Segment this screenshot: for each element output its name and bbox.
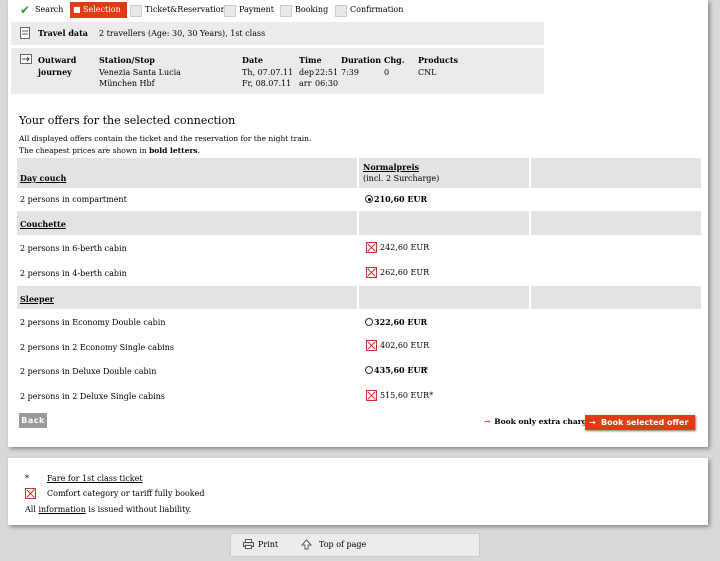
price-header: Normalpreis <box>363 162 419 172</box>
journey-label: journey <box>38 67 72 77</box>
header-duration: Duration <box>341 55 382 65</box>
legend-box: * Fare for 1st class ticket Comfort cate… <box>8 458 708 525</box>
date-to: Fr, 08.07.11 <box>242 79 292 88</box>
offer-label: 2 persons in 2 Deluxe Single cabins <box>20 392 165 401</box>
time-to: 06:30 <box>315 79 339 88</box>
offer-price: 515,60 EUR* <box>380 391 434 400</box>
station-to: München Hbf <box>99 79 155 88</box>
offer-label: 2 persons in 6-berth cabin <box>20 244 127 253</box>
category-row: Couchette <box>17 211 701 235</box>
header-station: Station/Stop <box>99 55 155 65</box>
booked-out-icon <box>25 488 36 499</box>
progress-steps: ✔ Search ■ Selection Ticket&Reservation … <box>20 2 404 18</box>
travel-data-value: 2 travellers (Age: 30, 30 Years), 1st cl… <box>99 29 266 38</box>
table-row: 2 persons in 2 Economy Single cabins 402… <box>17 335 701 358</box>
station-from: Venezia Santa Lucia <box>99 68 181 77</box>
table-row: 2 persons in 4-berth cabin 262,60 EUR <box>17 261 701 285</box>
header-time: Time <box>299 55 322 65</box>
footer-bar: Print Top of page <box>230 533 480 557</box>
outward-label: Outward <box>38 55 77 65</box>
step-box-icon <box>335 5 347 17</box>
information-link[interactable]: information <box>38 505 85 514</box>
product-value: CNL <box>418 68 437 77</box>
arrow-right-icon: → <box>484 417 491 426</box>
duration-value: 7:39 <box>341 68 359 77</box>
table-row: 2 persons in compartment 210,60 EUR <box>17 189 701 210</box>
legend-booked-out-text: Comfort category or tariff fully booked <box>47 489 205 498</box>
table-header-row: Normalpreis (incl. 2 Surcharge) Day couc… <box>17 158 701 188</box>
time-to-prefix: arr <box>299 79 312 88</box>
legend-info-text: All information is issued without liabil… <box>25 505 192 514</box>
offer-price: 242,60 EUR <box>380 243 430 252</box>
printer-icon <box>243 539 254 549</box>
category-day-couch: Day couch <box>20 173 67 183</box>
journey-box: Outward journey Station/Stop Date Time D… <box>11 48 544 94</box>
offers-title: Your offers for the selected connection <box>19 114 236 127</box>
offer-label: 2 persons in 2 Economy Single cabins <box>20 343 175 352</box>
offer-price: 402,60 EUR <box>380 341 430 350</box>
radio-option[interactable] <box>365 366 373 374</box>
radio-option[interactable] <box>365 318 373 326</box>
offer-label: 2 persons in Deluxe Double cabin <box>20 367 157 376</box>
book-selected-offer-button[interactable]: → Book selected offer <box>585 415 695 430</box>
category-row: Sleeper <box>17 286 701 309</box>
booked-out-icon <box>366 267 377 278</box>
time-from: 22:51 <box>315 68 339 77</box>
book-extra-charge-link[interactable]: → Book only extra charge <box>484 417 592 426</box>
active-step-icon: ■ <box>73 5 81 14</box>
header-products: Products <box>418 55 459 65</box>
table-row: 2 persons in Economy Double cabin 322,60… <box>17 310 701 334</box>
offer-label: 2 persons in compartment <box>20 195 127 204</box>
check-icon: ✔ <box>20 3 31 17</box>
offer-price: 322,60 EUR <box>374 317 428 327</box>
offer-price: 262,60 EUR <box>380 268 430 277</box>
back-button[interactable]: Back <box>19 413 47 428</box>
first-class-mark: * <box>424 366 428 375</box>
step-box-icon <box>280 5 292 17</box>
step-box-icon <box>130 5 142 17</box>
legend-first-class-link[interactable]: Fare for 1st class ticket <box>47 473 143 484</box>
offer-label: 2 persons in 4-berth cabin <box>20 269 127 278</box>
arrow-up-icon <box>301 539 312 550</box>
header-changes: Chg. <box>384 55 405 65</box>
category-couchette: Couchette <box>20 219 66 229</box>
table-row: 2 persons in 6-berth cabin 242,60 EUR <box>17 236 701 260</box>
radio-selected[interactable] <box>365 195 373 203</box>
offer-price: 435,60 EUR <box>374 365 428 375</box>
offers-note-2: The cheapest prices are shown in bold le… <box>19 146 200 155</box>
header-date: Date <box>242 55 263 65</box>
arrow-right-icon: → <box>589 418 596 427</box>
travel-data-label: Travel data <box>38 28 88 38</box>
route-icon <box>20 54 32 64</box>
booked-out-icon <box>366 340 377 351</box>
booked-out-icon <box>366 390 377 401</box>
changes-value: 0 <box>384 68 390 77</box>
offer-label: 2 persons in Economy Double cabin <box>20 318 166 327</box>
price-subheader: (incl. 2 Surcharge) <box>363 174 440 183</box>
step-box-icon <box>224 5 236 17</box>
time-from-prefix: dep <box>299 68 314 77</box>
booked-out-icon <box>366 242 377 253</box>
date-from: Th, 07.07.11 <box>242 68 294 77</box>
table-row: 2 persons in Deluxe Double cabin 435,60 … <box>17 359 701 383</box>
legend-star: * <box>25 474 29 483</box>
document-icon <box>20 27 30 39</box>
offers-note-1: All displayed offers contain the ticket … <box>19 134 312 143</box>
step-selection: ■ Selection <box>70 2 127 18</box>
category-sleeper: Sleeper <box>20 294 54 304</box>
travel-data-box: Travel data 2 travellers (Age: 30, 30 Ye… <box>11 22 544 45</box>
table-row: 2 persons in 2 Deluxe Single cabins 515,… <box>17 384 701 408</box>
offer-price: 210,60 EUR <box>374 194 428 204</box>
